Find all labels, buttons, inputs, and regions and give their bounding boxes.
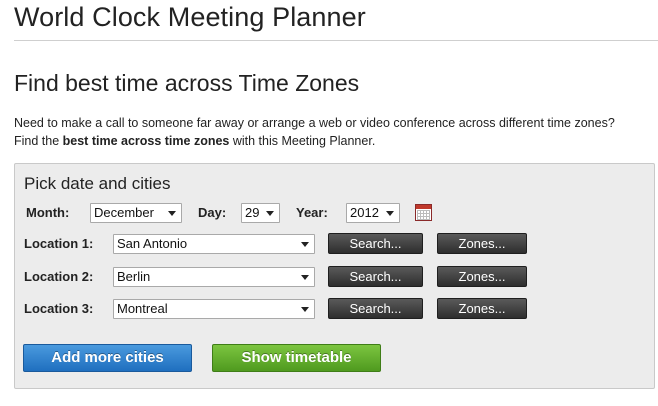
location-3-zones-button[interactable]: Zones... [437,298,527,319]
location-2-select[interactable]: Berlin [113,267,315,287]
intro-line-2-pre: Find the [14,134,63,148]
section-title: Find best time across Time Zones [14,70,360,96]
chevron-down-icon [386,211,394,216]
month-select[interactable]: December [90,203,182,223]
location-3-select[interactable]: Montreal [113,299,315,319]
title-divider [14,40,658,41]
location-2-zones-button[interactable]: Zones... [437,266,527,287]
page-title: World Clock Meeting Planner [14,2,366,32]
location-2-label: Location 2: [24,269,94,284]
location-3-search-button[interactable]: Search... [328,298,423,319]
intro-line-2-bold: best time across time zones [62,134,230,148]
panel-title: Pick date and cities [24,174,171,193]
year-select[interactable]: 2012 [346,203,400,223]
month-label: Month: [26,205,70,220]
calendar-icon[interactable] [415,204,432,221]
location-1-select[interactable]: San Antonio [113,234,315,254]
intro-line-2-post: with this Meeting Planner. [229,134,376,148]
location-2-value: Berlin [117,269,151,284]
chevron-down-icon [301,242,309,247]
year-value: 2012 [350,205,379,220]
month-value: December [94,205,154,220]
location-1-value: San Antonio [117,236,188,251]
day-label: Day: [198,205,227,220]
intro-line-1: Need to make a call to someone far away … [14,116,615,130]
location-2-search-button[interactable]: Search... [328,266,423,287]
location-1-label: Location 1: [24,236,94,251]
location-3-value: Montreal [117,301,168,316]
chevron-down-icon [168,211,176,216]
location-1-search-button[interactable]: Search... [328,233,423,254]
chevron-down-icon [301,307,309,312]
chevron-down-icon [266,211,274,216]
show-timetable-button[interactable]: Show timetable [212,344,381,372]
chevron-down-icon [301,275,309,280]
day-value: 29 [245,205,260,220]
date-cities-panel: Pick date and cities Month: December Day… [14,163,655,389]
intro-text: Need to make a call to someone far away … [14,114,654,150]
location-3-label: Location 3: [24,301,94,316]
add-more-cities-button[interactable]: Add more cities [23,344,192,372]
location-1-zones-button[interactable]: Zones... [437,233,527,254]
day-select[interactable]: 29 [241,203,280,223]
year-label: Year: [296,205,328,220]
